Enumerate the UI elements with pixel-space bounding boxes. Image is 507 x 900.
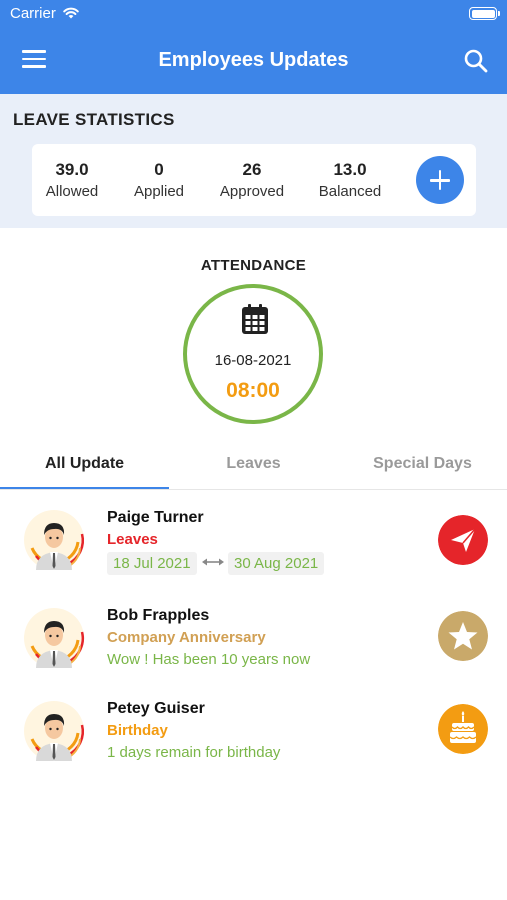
carrier-label: Carrier: [10, 5, 56, 22]
stat-value: 26: [242, 160, 262, 179]
stat-label: Applied: [133, 183, 185, 200]
update-item-petey-guiser[interactable]: Petey Guiser Birthday 1 days remain for …: [0, 699, 507, 789]
attendance-heading: ATTENDANCE: [200, 257, 307, 274]
app-header: Carrier Employees Updates: [0, 0, 507, 94]
avatar: [24, 510, 84, 570]
update-type: Birthday: [107, 722, 168, 739]
tab-special-days[interactable]: Special Days: [338, 455, 507, 473]
employee-name: Petey Guiser: [107, 700, 205, 717]
leave-start-date: 18 Jul 2021: [107, 552, 197, 575]
add-leave-button[interactable]: [416, 156, 464, 204]
app: Carrier Employees Updates LEAVE STATISTI…: [0, 0, 507, 900]
attendance-date: 16-08-2021: [214, 352, 292, 369]
stat-allowed: 39.0 Allowed: [27, 160, 117, 200]
stat-label: Balanced: [318, 183, 382, 200]
stat-balanced: 13.0 Balanced: [305, 160, 395, 200]
active-tab-indicator: [0, 487, 169, 489]
leave-statistics-section: LEAVE STATISTICS 39.0 Allowed 0 Applied …: [0, 94, 507, 228]
date-range-arrow-icon: [202, 558, 224, 566]
stat-value: 0: [154, 160, 164, 179]
attendance-ring[interactable]: 16-08-2021 08:00: [183, 284, 323, 424]
stat-label: Approved: [219, 183, 285, 200]
paper-plane-icon[interactable]: [438, 515, 488, 565]
update-type: Company Anniversary: [107, 629, 266, 646]
tab-all-update[interactable]: All Update: [0, 455, 169, 473]
update-detail: Wow ! Has been 10 years now: [107, 651, 311, 668]
stat-value: 13.0: [333, 160, 367, 179]
avatar: [24, 701, 84, 761]
update-item-bob-frapples[interactable]: Bob Frapples Company Anniversary Wow ! H…: [0, 606, 507, 696]
tab-leaves[interactable]: Leaves: [169, 455, 338, 473]
stat-applied: 0 Applied: [114, 160, 204, 200]
stat-label: Allowed: [45, 183, 99, 200]
calendar-icon: [242, 304, 268, 334]
search-icon[interactable]: [463, 48, 489, 74]
status-bar: Carrier: [0, 0, 507, 28]
update-tabs: All Update Leaves Special Days: [0, 440, 507, 490]
avatar: [24, 608, 84, 668]
wifi-icon: [63, 7, 79, 19]
employee-name: Paige Turner: [107, 509, 204, 526]
update-item-paige-turner[interactable]: Paige Turner Leaves 18 Jul 2021 30 Aug 2…: [0, 508, 507, 598]
stat-value: 39.0: [55, 160, 89, 179]
page-title: Employees Updates: [158, 49, 349, 71]
leave-statistics-heading: LEAVE STATISTICS: [13, 110, 175, 129]
star-icon[interactable]: [438, 611, 488, 661]
stat-approved: 26 Approved: [207, 160, 297, 200]
attendance-time: 08:00: [226, 379, 280, 402]
employee-name: Bob Frapples: [107, 607, 210, 624]
leave-end-date: 30 Aug 2021: [228, 552, 325, 575]
cake-icon[interactable]: [438, 704, 488, 754]
battery-icon: [469, 7, 500, 20]
update-type: Leaves: [107, 531, 158, 548]
leave-statistics-card: 39.0 Allowed 0 Applied 26 Approved 13.0 …: [32, 144, 476, 216]
update-detail: 1 days remain for birthday: [107, 744, 281, 761]
